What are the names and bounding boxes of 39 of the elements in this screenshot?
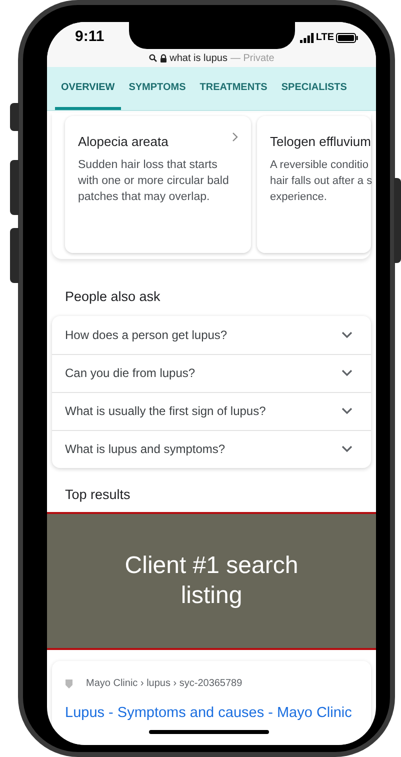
card-description: A reversible conditio hair falls out after a s experience. xyxy=(270,158,371,206)
battery-icon xyxy=(336,32,358,43)
chevron-down-icon xyxy=(341,330,353,339)
signal-icon xyxy=(300,32,314,43)
condition-card[interactable]: Alopecia areata Sudden hair loss that starts with one or more circular bald patches that may overlap. xyxy=(65,116,251,253)
question-row[interactable]: What is usually the first sign of lupus? xyxy=(52,392,371,430)
search-icon xyxy=(148,54,157,62)
question-row[interactable]: Can you die from lupus? xyxy=(52,354,371,392)
lock-icon xyxy=(160,54,167,63)
chevron-down-icon xyxy=(341,445,353,454)
question-text: What is lupus and symptoms? xyxy=(65,441,226,458)
card-title: Alopecia areata xyxy=(78,132,168,151)
question-text: How does a person get lupus? xyxy=(65,326,228,344)
card-title: Telogen effluvium xyxy=(270,132,371,151)
section-heading: Top results xyxy=(65,486,132,504)
question-text: Can you die from lupus? xyxy=(65,365,196,382)
side-button[interactable] xyxy=(10,103,19,131)
question-row[interactable]: What is lupus and symptoms? xyxy=(52,430,371,468)
tab[interactable]: SYMPTOMS xyxy=(122,67,192,110)
time: 9:11 xyxy=(75,27,104,48)
question-row[interactable]: How does a person get lupus? xyxy=(52,316,371,354)
tab[interactable]: OVERVIEW xyxy=(55,67,121,110)
chevron-down-icon xyxy=(341,369,353,378)
site-favicon-icon xyxy=(65,678,73,689)
section-heading: People also ask xyxy=(65,288,162,306)
question-text: What is usually the first sign of lupus? xyxy=(65,403,266,420)
tab[interactable]: TREATMENTS xyxy=(194,67,274,110)
result-title-link[interactable]: Lupus - Symptoms and causes - Mayo Clinic xyxy=(65,703,371,725)
condition-card[interactable]: Telogen effluvium A reversible conditio hair falls out after a s experience. xyxy=(257,116,371,253)
chevron-down-icon xyxy=(341,407,353,416)
address-bar[interactable]: what is lupus — Private xyxy=(47,49,376,68)
card-description: Sudden hair loss that starts with one or more circular bald patches that may overlap. xyxy=(78,158,230,206)
network-label: LTE xyxy=(316,31,334,46)
chevron-right-icon xyxy=(232,132,238,142)
address-text: what is lupus xyxy=(170,52,228,66)
result-breadcrumb: Mayo Clinic › lupus › syc-20365789 xyxy=(86,677,242,692)
placeholder-text: Client #1 search listing xyxy=(124,551,300,612)
tab[interactable]: SPECIALISTS xyxy=(275,67,353,110)
private-label: — Private xyxy=(230,52,274,66)
